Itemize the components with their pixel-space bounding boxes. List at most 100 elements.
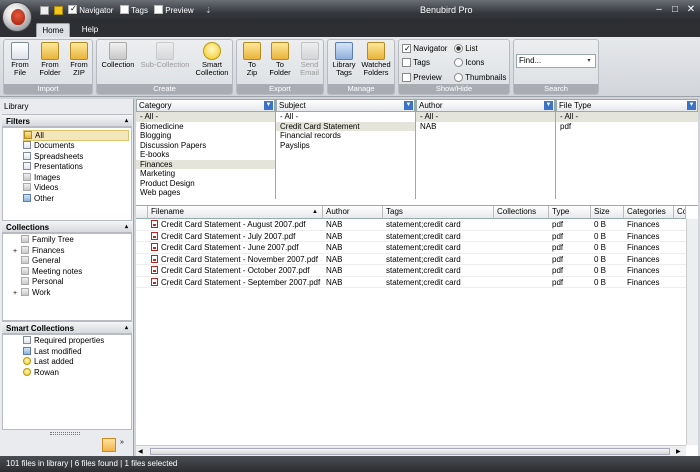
scroll-thumb[interactable] (150, 448, 670, 455)
category-option[interactable]: Product Design (136, 179, 275, 189)
subject-option[interactable]: Credit Card Statement (276, 121, 415, 131)
thumbnails-radio[interactable] (454, 73, 463, 83)
filter-item-all[interactable]: All (23, 130, 129, 141)
app-menu-button[interactable] (2, 2, 32, 32)
column-header-icon[interactable] (136, 206, 148, 219)
table-row[interactable]: Credit Card Statement - June 2007.pdf NA… (136, 242, 686, 254)
icons-radio[interactable] (454, 58, 463, 68)
table-row[interactable]: Credit Card Statement - September 2007.p… (136, 277, 686, 288)
category-option[interactable]: Biomedicine (136, 122, 275, 132)
column-header-comments[interactable]: Comm (674, 206, 686, 219)
from-zip-button[interactable]: From ZIP (67, 42, 91, 77)
subject-header[interactable]: Subject ▼ (276, 99, 415, 112)
subject-option[interactable]: - All - (276, 112, 415, 122)
collection-button[interactable]: Collection (100, 42, 136, 69)
filter-item-other[interactable]: Other (23, 193, 54, 205)
from-folder-button[interactable]: From Folder (37, 42, 63, 77)
search-dropdown-icon[interactable]: ▾ (584, 55, 594, 67)
list-view-option[interactable]: List (454, 42, 478, 56)
table-row[interactable]: Credit Card Statement - November 2007.pd… (136, 254, 686, 265)
smart-item-rowan[interactable]: Rowan (23, 367, 59, 379)
expand-icon[interactable]: + (13, 289, 21, 300)
library-tags-button[interactable]: Library Tags (331, 42, 357, 77)
close-button[interactable]: ✕ (684, 4, 698, 16)
list-radio[interactable] (454, 44, 463, 54)
icons-view-option[interactable]: Icons (454, 56, 484, 70)
vertical-scrollbar[interactable] (686, 219, 698, 445)
collection-item-general[interactable]: General (13, 256, 60, 267)
collection-item-personal[interactable]: Personal (13, 277, 64, 288)
to-folder-button[interactable]: To Folder (267, 42, 293, 77)
sub-collection-button[interactable]: Sub-Collection (138, 42, 192, 69)
smart-collection-button[interactable]: Smart Collection (195, 42, 229, 77)
filter-item-spreadsheets[interactable]: Spreadsheets (23, 151, 83, 163)
category-header[interactable]: Category ▼ (136, 99, 275, 112)
watched-folders-button[interactable]: Watched Folders (359, 42, 393, 77)
filter-item-images[interactable]: Images (23, 172, 60, 184)
navigator-checkbox[interactable]: ✓ (68, 4, 77, 14)
filetype-option[interactable]: - All - (556, 112, 698, 122)
table-row[interactable]: Credit Card Statement - October 2007.pdf… (136, 265, 686, 277)
filter-item-documents[interactable]: Documents (23, 141, 74, 152)
filter-item-presentations[interactable]: Presentations (23, 162, 83, 173)
filetype-option[interactable]: pdf (556, 122, 698, 132)
collection-item-finances[interactable]: + Finances (13, 245, 64, 257)
minimize-button[interactable]: – (652, 4, 666, 16)
dropdown-icon[interactable]: ▼ (687, 101, 696, 110)
author-header[interactable]: Author ▼ (416, 99, 555, 112)
collection-item-work[interactable]: + Work (13, 287, 51, 300)
subject-option[interactable]: Financial records (276, 131, 415, 141)
filter-item-videos[interactable]: Videos (23, 183, 58, 194)
qat-tags[interactable]: Tags (120, 5, 148, 17)
column-header-tags[interactable]: Tags (383, 206, 494, 219)
navigator-option[interactable]: ✓ Navigator (402, 42, 447, 56)
category-option[interactable]: Web pages (136, 188, 275, 198)
tags-option[interactable]: Tags (402, 56, 430, 70)
preview-option[interactable]: Preview (402, 71, 442, 85)
collection-item-meeting-notes[interactable]: Meeting notes (13, 266, 82, 278)
collection-item-family-tree[interactable]: Family Tree (13, 235, 74, 246)
author-option[interactable]: NAB (416, 122, 555, 132)
dropdown-icon[interactable]: ▼ (544, 101, 553, 110)
author-option[interactable]: - All - (416, 112, 555, 122)
filter-toggle-icon[interactable] (102, 438, 116, 452)
scroll-right-icon[interactable]: ▶ (676, 448, 681, 455)
category-option[interactable]: Blogging (136, 131, 275, 141)
subject-option[interactable]: Payslips (276, 141, 415, 151)
panel-splitter[interactable] (50, 432, 80, 435)
column-header-categories[interactable]: Categories (624, 206, 674, 219)
thumbnails-view-option[interactable]: Thumbnails (454, 71, 506, 85)
tags-checkbox[interactable] (120, 5, 129, 14)
column-header-size[interactable]: Size (591, 206, 624, 219)
tab-help[interactable]: Help (76, 23, 104, 37)
collections-header[interactable]: Collections ▴ (2, 220, 132, 233)
column-header-type[interactable]: Type (549, 206, 591, 219)
category-option[interactable]: Marketing (136, 169, 275, 179)
navigator-checkbox-ribbon[interactable]: ✓ (402, 44, 411, 54)
filters-header[interactable]: Filters ▴ (2, 114, 132, 127)
qat-navigator[interactable]: ✓ Navigator (68, 4, 113, 17)
smart-item-last-added[interactable]: Last added (23, 357, 74, 368)
filetype-header[interactable]: File Type ▼ (556, 99, 698, 112)
save-icon[interactable] (40, 6, 49, 15)
send-email-button[interactable]: Send Email (297, 42, 322, 77)
table-row[interactable]: Credit Card Statement - July 2007.pdf NA… (136, 231, 686, 242)
from-file-button[interactable]: From File (8, 42, 32, 77)
to-zip-button[interactable]: To Zip (241, 42, 263, 77)
qat-preview[interactable]: Preview (154, 5, 194, 17)
tags-checkbox-ribbon[interactable] (402, 58, 411, 68)
scroll-left-icon[interactable]: ◀ (138, 448, 143, 455)
category-option[interactable]: E-books (136, 150, 275, 160)
table-row[interactable]: Credit Card Statement - August 2007.pdf … (136, 219, 686, 231)
preview-checkbox[interactable] (154, 5, 163, 14)
open-icon[interactable] (54, 6, 63, 15)
restore-button[interactable]: □ (668, 4, 682, 16)
category-option[interactable]: Discussion Papers (136, 141, 275, 151)
category-option[interactable]: Finances (136, 159, 275, 169)
column-header-filename[interactable]: Filename ▲ (148, 206, 323, 219)
qat-customize-icon[interactable]: ⇣ (205, 5, 212, 17)
dropdown-icon[interactable]: ▼ (264, 101, 273, 110)
dropdown-icon[interactable]: ▼ (404, 101, 413, 110)
smart-item-last-modified[interactable]: Last modified (23, 346, 82, 358)
tab-home[interactable]: Home (36, 23, 70, 37)
